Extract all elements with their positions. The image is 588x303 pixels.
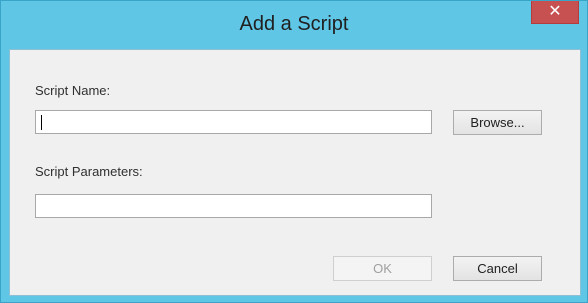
dialog-content: Script Name: Browse... Script Parameters… [9,49,581,296]
text-caret [41,115,42,130]
script-parameters-input[interactable] [35,194,432,218]
cancel-button[interactable]: Cancel [453,256,542,281]
close-button[interactable]: ✕ [531,1,579,24]
title-bar[interactable]: Add a Script ✕ [1,1,587,49]
close-icon: ✕ [548,3,562,20]
dialog-window: Add a Script ✕ Script Name: Browse... Sc… [0,0,588,303]
script-parameters-label: Script Parameters: [35,164,143,179]
script-name-label: Script Name: [35,83,111,98]
script-name-input[interactable] [35,110,432,134]
dialog-title: Add a Script [239,13,349,35]
ok-button[interactable]: OK [333,256,432,281]
browse-button[interactable]: Browse... [453,110,542,135]
